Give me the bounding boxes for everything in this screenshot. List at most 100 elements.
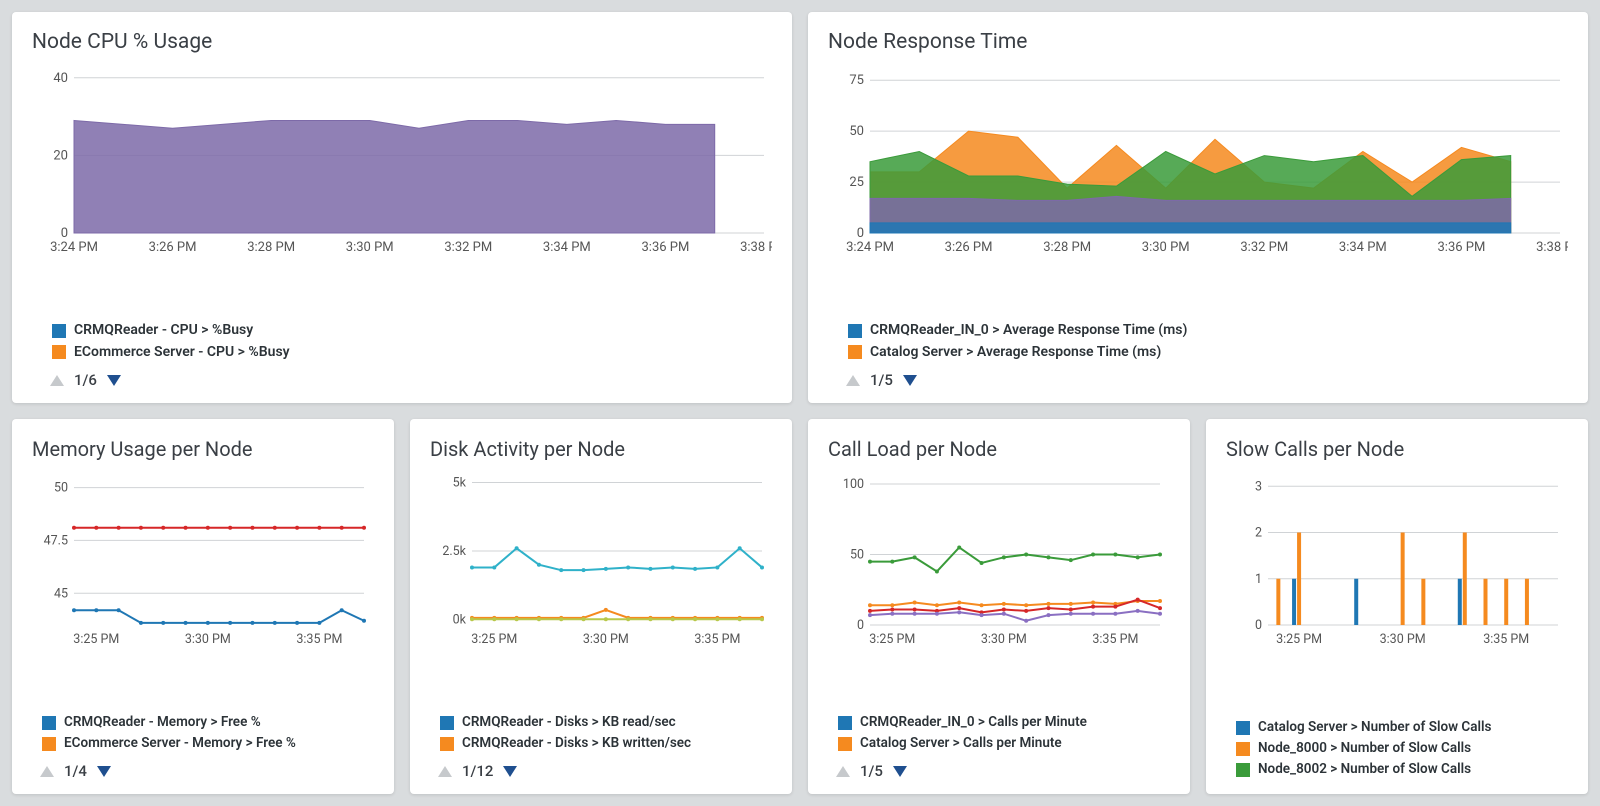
svg-text:3:35 PM: 3:35 PM [694,632,740,647]
legend-item: CRMQReader - Memory > Free % [42,712,374,733]
svg-text:3:34 PM: 3:34 PM [1339,240,1387,255]
svg-text:3:30 PM: 3:30 PM [1380,632,1426,647]
legend-label: CRMQReader - CPU > %Busy [74,320,253,342]
legend-item: Catalog Server > Number of Slow Calls [1236,717,1568,738]
svg-text:50: 50 [54,481,68,496]
svg-text:50: 50 [849,124,864,139]
pager-up-icon[interactable] [40,766,54,777]
legend-label: Catalog Server > Calls per Minute [860,733,1062,754]
pager-down-icon[interactable] [503,766,517,777]
svg-text:3:35 PM: 3:35 PM [1483,632,1529,647]
card-title: Call Load per Node [828,437,1170,461]
svg-text:3:25 PM: 3:25 PM [869,632,915,647]
pager-text: 1/6 [74,371,97,389]
legend-cpu: CRMQReader - CPU > %BusyECommerce Server… [32,320,772,363]
svg-text:3:35 PM: 3:35 PM [296,632,342,647]
svg-text:3:24 PM: 3:24 PM [50,240,98,255]
svg-text:3:28 PM: 3:28 PM [1043,240,1091,255]
legend-swatch [52,324,66,338]
pager-down-icon[interactable] [903,375,917,386]
legend-memory: CRMQReader - Memory > Free %ECommerce Se… [32,712,374,754]
legend-item: Node_8000 > Number of Slow Calls [1236,738,1568,759]
card-memory-usage: Memory Usage per Node 45 47.5 50 3:25 PM 3:3… [12,419,394,794]
svg-text:3:24 PM: 3:24 PM [846,240,894,255]
legend-label: Catalog Server > Average Response Time (… [870,342,1161,364]
svg-text:3:34 PM: 3:34 PM [543,240,591,255]
svg-text:3:26 PM: 3:26 PM [149,240,197,255]
legend-item: CRMQReader - Disks > KB read/sec [440,712,772,733]
svg-text:3:35 PM: 3:35 PM [1092,632,1138,647]
svg-text:0: 0 [1255,618,1262,633]
svg-text:3:38 PM: 3:38 PM [740,240,772,255]
legend-label: ECommerce Server - CPU > %Busy [74,342,290,364]
pager-up-icon[interactable] [846,375,860,386]
svg-text:3:30 PM: 3:30 PM [1142,240,1190,255]
pager-up-icon[interactable] [50,375,64,386]
pager-up-icon[interactable] [836,766,850,777]
pager-down-icon[interactable] [97,766,111,777]
legend-disk: CRMQReader - Disks > KB read/secCRMQRead… [430,712,772,754]
svg-text:3:30 PM: 3:30 PM [346,240,394,255]
svg-text:3: 3 [1255,480,1262,495]
legend-label: Node_8002 > Number of Slow Calls [1258,759,1471,780]
pager-disk: 1/12 [430,762,772,780]
card-title: Node CPU % Usage [32,30,772,54]
svg-text:75: 75 [849,73,864,88]
legend-label: CRMQReader_IN_0 > Average Response Time … [870,320,1187,342]
legend-item: CRMQReader - Disks > KB written/sec [440,733,772,754]
chart-disk[interactable]: 0k2.5k5k3:25 PM3:30 PM3:35 PM [430,471,772,700]
card-response-time: Node Response Time 02550753:24 PM3:26 PM… [808,12,1588,403]
legend-response: CRMQReader_IN_0 > Average Response Time … [828,320,1568,363]
svg-text:45: 45 [54,587,68,602]
chart-response[interactable]: 02550753:24 PM3:26 PM3:28 PM3:30 PM3:32 … [828,64,1568,308]
legend-label: Catalog Server > Number of Slow Calls [1258,717,1491,738]
pager-text: 1/5 [860,762,883,780]
chart-memory[interactable]: 4547.5503:25 PM3:30 PM3:35 PM [32,471,374,700]
card-title: Memory Usage per Node [32,437,374,461]
svg-text:3:28 PM: 3:28 PM [247,240,295,255]
pager-memory: 1/4 [32,762,374,780]
svg-text:3:36 PM: 3:36 PM [1438,240,1486,255]
legend-swatch [848,324,862,338]
svg-text:25: 25 [849,175,864,190]
card-title: Disk Activity per Node [430,437,772,461]
pager-text: 1/4 [64,762,87,780]
legend-item: CRMQReader_IN_0 > Calls per Minute [838,712,1170,733]
legend-item: CRMQReader_IN_0 > Average Response Time … [848,320,1568,342]
svg-text:47.5: 47.5 [44,534,68,549]
pager-response: 1/5 [828,371,1568,389]
legend-swatch [440,737,454,751]
legend-swatch [1236,763,1250,777]
legend-swatch [42,716,56,730]
svg-text:3:36 PM: 3:36 PM [642,240,690,255]
svg-text:3:25 PM: 3:25 PM [471,632,517,647]
chart-slow-calls[interactable]: 01233:25 PM3:30 PM3:35 PM [1226,471,1568,705]
svg-text:1: 1 [1255,572,1262,587]
legend-swatch [838,737,852,751]
svg-text:0: 0 [61,226,68,241]
legend-label: CRMQReader_IN_0 > Calls per Minute [860,712,1087,733]
legend-item: ECommerce Server - Memory > Free % [42,733,374,754]
legend-swatch [838,716,852,730]
chart-cpu[interactable]: 020403:24 PM3:26 PM3:28 PM3:30 PM3:32 PM… [32,64,772,308]
card-slow-calls: Slow Calls per Node 01233:25 PM3:30 PM3:… [1206,419,1588,794]
pager-down-icon[interactable] [107,375,121,386]
svg-text:3:38 PM: 3:38 PM [1536,240,1568,255]
pager-down-icon[interactable] [893,766,907,777]
svg-text:40: 40 [53,71,68,86]
legend-item: ECommerce Server - CPU > %Busy [52,342,772,364]
svg-text:3:25 PM: 3:25 PM [73,632,119,647]
pager-text: 1/12 [462,762,493,780]
legend-item: Catalog Server > Average Response Time (… [848,342,1568,364]
pager-up-icon[interactable] [438,766,452,777]
chart-call-load[interactable]: 0501003:25 PM3:30 PM3:35 PM [828,471,1170,700]
svg-text:5k: 5k [453,476,467,491]
svg-text:100: 100 [843,477,864,492]
legend-swatch [1236,721,1250,735]
pager-text: 1/5 [870,371,893,389]
legend-swatch [42,737,56,751]
svg-text:0: 0 [857,226,864,241]
legend-label: Node_8000 > Number of Slow Calls [1258,738,1471,759]
card-title: Slow Calls per Node [1226,437,1568,461]
legend-label: ECommerce Server - Memory > Free % [64,733,296,754]
